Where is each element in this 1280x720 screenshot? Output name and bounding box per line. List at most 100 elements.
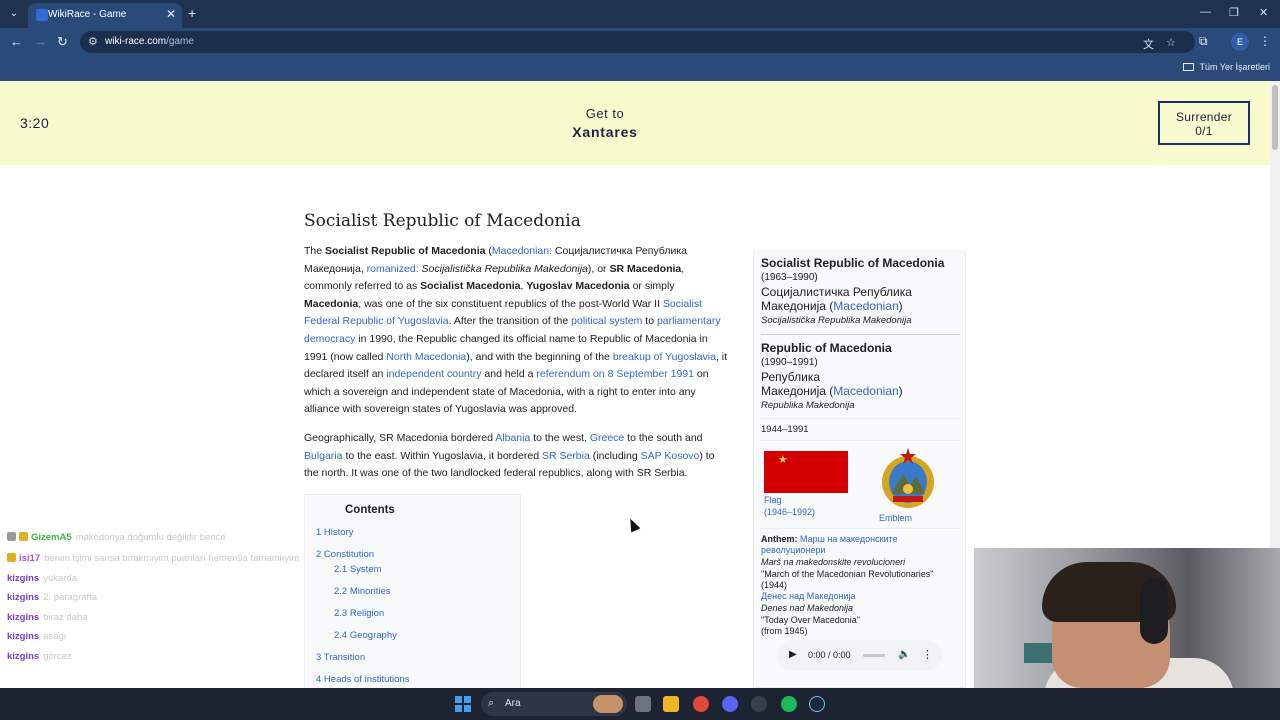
- chat-badge-icon: [19, 532, 28, 541]
- search-icon: ⌕: [488, 697, 495, 709]
- browser-menu-icon[interactable]: ⋮: [1259, 34, 1271, 48]
- scrollbar-thumb[interactable]: [1272, 85, 1278, 150]
- toc-title: Contents: [345, 504, 395, 516]
- surrender-label: Surrender: [1175, 110, 1233, 124]
- flag-image[interactable]: ★: [764, 451, 848, 493]
- emblem-image[interactable]: [879, 446, 937, 510]
- link-north-macedonia[interactable]: North Macedonia: [386, 351, 466, 363]
- address-bar[interactable]: ⚙ wiki-race.com/game 文 ☆: [80, 31, 1195, 53]
- anthem-2-roman: Denes nad Makedonija: [761, 603, 854, 613]
- chat-message: kizgins asagı: [7, 631, 67, 642]
- all-bookmarks-label: Tüm Yer İşaretleri: [1199, 62, 1270, 72]
- chat-message: isi17 benim işimi sansa bırakmıyim puanla…: [7, 553, 299, 564]
- chat-badge-icon: [7, 532, 16, 541]
- toc-item[interactable]: 2.4 Geography: [334, 630, 397, 641]
- minimize-icon[interactable]: —: [1200, 6, 1211, 18]
- translate-icon[interactable]: 文: [1143, 36, 1154, 52]
- chat-message: GizemA5 makedonya doğumlu değildir bence: [7, 532, 226, 543]
- anthem-1-year: (1944): [761, 580, 788, 590]
- chat-message: kizgins yukarda: [7, 573, 78, 584]
- toc-item[interactable]: 2.3 Religion: [334, 608, 384, 619]
- bookmark-star-icon[interactable]: ☆: [1166, 36, 1176, 49]
- link-macedonian-language[interactable]: Macedonian: [833, 384, 898, 398]
- file-explorer-icon[interactable]: [663, 696, 679, 712]
- infobox-name-1: Socialist Republic of Macedonia: [761, 256, 945, 270]
- infobox-native-2b: Македонија (Macedonian): [761, 384, 903, 398]
- audio-time: 0:00 / 0:00: [808, 650, 851, 660]
- infobox: Socialist Republic of Macedonia (1963–19…: [753, 251, 966, 688]
- link-albania[interactable]: Albania: [495, 432, 530, 444]
- chrome-icon[interactable]: [693, 696, 709, 712]
- surrender-button[interactable]: Surrender 0/1: [1158, 101, 1250, 145]
- target-prefix: Get to: [585, 106, 625, 121]
- red-star-icon: ★: [778, 454, 788, 466]
- infobox-native-2a: Република: [761, 370, 821, 384]
- link-independent-country[interactable]: independent country: [386, 368, 481, 380]
- forward-icon[interactable]: →: [34, 34, 47, 49]
- task-view-icon[interactable]: [635, 696, 651, 712]
- new-tab-icon[interactable]: +: [188, 5, 196, 21]
- volume-icon[interactable]: 🔈: [898, 649, 910, 660]
- close-tab-icon[interactable]: ✕: [166, 7, 176, 21]
- play-icon[interactable]: ▶: [789, 649, 797, 660]
- link-political-system[interactable]: political system: [571, 315, 642, 327]
- infobox-divider: [761, 528, 960, 529]
- link-breakup-of-yugoslavia[interactable]: breakup of Yugoslavia: [613, 351, 716, 363]
- table-of-contents: Contents 1 History 2 Constitution 2.1 Sy…: [304, 494, 521, 694]
- article-paragraph-1: The Socialist Republic of Macedonia (Mac…: [304, 245, 728, 416]
- link-anthem-1[interactable]: Марш на македонските: [800, 534, 898, 544]
- extensions-icon[interactable]: ⧉: [1199, 34, 1208, 49]
- game-timer: 3:20: [20, 115, 50, 131]
- tab-wikirace[interactable]: WikiRace - Game ✕: [28, 3, 182, 28]
- back-icon[interactable]: ←: [10, 34, 23, 49]
- toc-item[interactable]: 2.1 System: [334, 564, 382, 575]
- link-sap-kosovo[interactable]: SAP Kosovo: [641, 450, 700, 462]
- windows-start-icon[interactable]: [455, 696, 471, 712]
- spotify-icon[interactable]: [781, 696, 797, 712]
- link-referendum[interactable]: referendum on 8 September 1991: [536, 368, 694, 380]
- audio-seek-bar[interactable]: [863, 654, 885, 657]
- infobox-native-1a: Социјалистичка Република: [761, 285, 912, 299]
- flag-caption[interactable]: Flag: [764, 495, 782, 505]
- tab-search-icon[interactable]: ⌄: [6, 6, 22, 22]
- chat-message: kizgins görcez: [7, 651, 72, 662]
- infobox-years-1: (1963–1990): [761, 272, 818, 283]
- chat-message: kizgins biraz daha: [7, 612, 88, 623]
- toc-item[interactable]: 2.2 Minorities: [334, 586, 391, 597]
- restore-icon[interactable]: ❐: [1229, 6, 1239, 19]
- close-window-icon[interactable]: ✕: [1259, 6, 1268, 19]
- headset-icon: [1140, 578, 1168, 644]
- profile-avatar[interactable]: E: [1231, 33, 1249, 51]
- link-greece[interactable]: Greece: [590, 432, 624, 444]
- reload-icon[interactable]: ↻: [57, 34, 68, 50]
- audio-more-icon[interactable]: ⋮: [922, 648, 933, 661]
- link-anthem-2[interactable]: Денес над Македонија: [761, 591, 856, 601]
- link-bulgaria[interactable]: Bulgaria: [304, 450, 343, 462]
- obs-icon[interactable]: [751, 696, 767, 712]
- steam-icon[interactable]: [809, 696, 825, 712]
- tab-title: WikiRace - Game: [48, 9, 127, 20]
- url-text: wiki-race.com/game: [105, 36, 194, 47]
- browser-toolbar: ← → ↻ ⚙ wiki-race.com/game 文 ☆: [0, 28, 1280, 56]
- infobox-native-1b: Македонија (Macedonian): [761, 299, 903, 313]
- discord-icon[interactable]: [722, 696, 738, 712]
- link-sr-serbia[interactable]: SR Serbia: [542, 450, 590, 462]
- link-macedonian[interactable]: Macedonian:: [492, 245, 552, 257]
- link-romanized[interactable]: romanized:: [367, 263, 419, 275]
- flag-caption-years[interactable]: (1946–1992): [764, 507, 815, 517]
- tab-favicon-icon: [36, 9, 48, 21]
- site-info-icon[interactable]: ⚙: [88, 35, 98, 48]
- toc-item[interactable]: 4 Heads of institutions: [316, 674, 409, 685]
- article-title: Socialist Republic of Macedonia: [304, 211, 581, 231]
- emblem-caption[interactable]: Emblem: [879, 513, 912, 523]
- link-macedonian-language[interactable]: Macedonian: [833, 299, 898, 313]
- link-anthem-1-cont[interactable]: револуционери: [761, 545, 825, 555]
- search-highlight-image: [593, 695, 623, 713]
- anthem-2-year: (from 1945): [761, 626, 808, 636]
- browser-tab-strip: ⌄ WikiRace - Game ✕ + — ❐ ✕: [0, 0, 1280, 28]
- article-paragraph-2: Geographically, SR Macedonia bordered Al…: [304, 432, 715, 480]
- all-bookmarks-button[interactable]: Tüm Yer İşaretleri: [1183, 62, 1270, 72]
- game-header: 3:20 Get to Xantares Surrender 0/1: [0, 81, 1270, 165]
- taskbar-search[interactable]: ⌕ Ara: [481, 692, 627, 716]
- bookmarks-bar: Tüm Yer İşaretleri: [0, 56, 1280, 81]
